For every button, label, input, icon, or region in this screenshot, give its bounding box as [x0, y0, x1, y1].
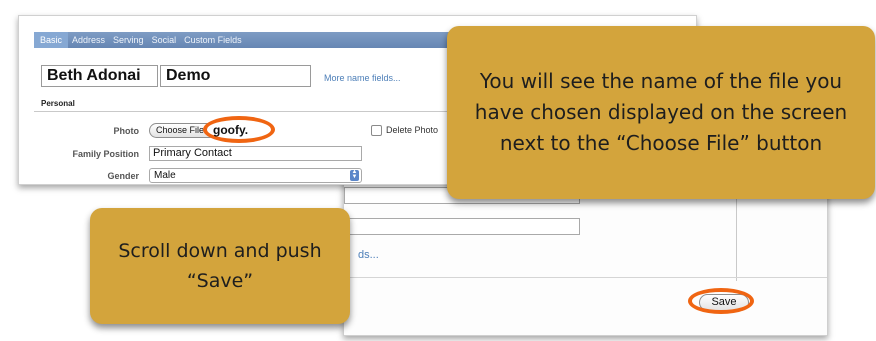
- save-highlight-ring: [688, 288, 754, 314]
- first-name-input[interactable]: Beth Adonai: [41, 65, 158, 87]
- more-name-fields-link[interactable]: More name fields...: [324, 73, 401, 83]
- tab-serving[interactable]: Serving: [109, 32, 148, 48]
- tab-address[interactable]: Address: [68, 32, 109, 48]
- footer-divider: [344, 277, 827, 278]
- photo-label: Photo: [113, 126, 140, 136]
- gender-label: Gender: [107, 171, 139, 181]
- family-position-label: Family Position: [72, 149, 139, 159]
- lower-text-field-2[interactable]: [344, 218, 580, 235]
- callout-bottom-text: Scroll down and push “Save”: [118, 240, 322, 292]
- updown-arrows-icon: ▲ ▼: [350, 169, 359, 181]
- last-name-input[interactable]: Demo: [160, 65, 311, 87]
- delete-photo-checkbox[interactable]: [371, 125, 382, 136]
- tab-custom-fields[interactable]: Custom Fields: [180, 32, 246, 48]
- gender-select-value: Male: [154, 170, 176, 181]
- more-fields-link-fragment[interactable]: ds...: [358, 249, 379, 261]
- chosen-file-name: goofy.: [213, 123, 249, 137]
- callout-top-text: You will see the name of the file you ha…: [474, 69, 848, 155]
- gender-select[interactable]: Male ▲ ▼: [149, 168, 362, 183]
- tab-social[interactable]: Social: [148, 32, 181, 48]
- delete-photo-label: Delete Photo: [386, 125, 439, 135]
- tab-basic[interactable]: Basic: [34, 32, 69, 48]
- section-title-personal: Personal: [41, 99, 75, 108]
- callout-file-name-displayed: You will see the name of the file you ha…: [447, 26, 875, 199]
- family-position-input[interactable]: Primary Contact: [149, 146, 362, 161]
- callout-scroll-and-save: Scroll down and push “Save”: [90, 208, 350, 324]
